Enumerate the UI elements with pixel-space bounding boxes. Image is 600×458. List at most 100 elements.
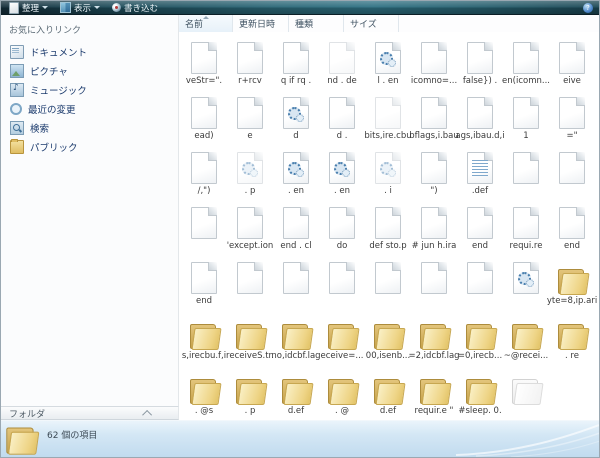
organize-button[interactable]: 整理 [4,2,53,14]
folder-item[interactable]: ~@recei... [503,309,549,364]
file-item[interactable]: bits,ire.cbu [365,89,411,144]
folder-item[interactable]: d.ef [273,364,319,419]
file-item[interactable]: r+rcv [227,34,273,89]
sidebar-item-2[interactable]: ピクチャ [1,61,178,80]
folder-item[interactable]: =2,idcbf.lag [411,309,457,364]
file-item[interactable]: end . cl [273,199,319,254]
file-item[interactable]: . en [273,144,319,199]
file-item[interactable]: en(icomn... [503,34,549,89]
file-item[interactable]: . p [227,144,273,199]
file-item[interactable]: end [181,254,227,309]
column-header-2[interactable]: 更新日時 [233,15,289,32]
file-item[interactable]: do [319,199,365,254]
file-item[interactable] [457,254,503,309]
sidebar-item-1[interactable]: ドキュメント [1,42,178,61]
folder-item[interactable]: eceive=... [319,309,365,364]
help-icon[interactable]: ? [583,3,593,13]
file-item[interactable]: end [549,199,595,254]
file-item[interactable]: =" [549,89,595,144]
file-item[interactable]: 'except.ion [227,199,273,254]
file-item[interactable]: ") [411,144,457,199]
file-item[interactable]: . en [319,144,365,199]
folder-item[interactable]: . @s [181,364,227,419]
file-item[interactable]: # jun h.ira [411,199,457,254]
folder-item[interactable]: yte=8,ip.ari [549,254,595,309]
file-label: nd . de [327,76,357,86]
folder-item[interactable]: 00,isenb... [365,309,411,364]
file-item[interactable]: d [273,89,319,144]
file-item[interactable]: .def [457,144,503,199]
file-item[interactable]: false}) . [457,34,503,89]
folder-item[interactable]: s,irecbu.f,i [181,309,227,364]
file-item[interactable]: end [457,199,503,254]
file-label: no,idcbf.lag [271,351,320,361]
file-item[interactable]: requi.re [503,199,549,254]
folder-item[interactable]: . p [227,364,273,419]
file-item[interactable] [411,254,457,309]
grid-row: s,irecbu.f,ireceiveS.tr.no,idcbf.lagecei… [181,309,595,364]
folder-item[interactable] [503,364,549,419]
document-icon [559,152,585,184]
organize-label: 整理 [22,2,39,14]
file-item[interactable] [319,254,365,309]
folder-item[interactable]: receiveS.tr. [227,309,273,364]
file-item[interactable]: e [227,89,273,144]
file-item[interactable]: eive [549,34,595,89]
column-header-4[interactable]: サイズ [344,15,399,32]
folders-bar[interactable]: フォルダ [1,406,179,420]
file-label: bits,ire.cbu [364,131,411,141]
column-label: サイズ [350,17,377,30]
chevron-down-icon [94,6,100,9]
folder-item[interactable]: . re [549,309,595,364]
file-label: # jun h.ira [412,241,457,251]
recent-changes-icon [10,103,22,115]
file-item[interactable] [549,144,595,199]
file-item[interactable] [365,254,411,309]
sidebar-item-4[interactable]: 最近の変更 [1,99,178,118]
item-count: 62 個の項目 [47,428,97,441]
column-header-1[interactable]: 名前 [179,15,233,32]
sidebar-item-3[interactable]: ミュージック [1,80,178,99]
column-header-3[interactable]: 種類 [289,15,344,32]
folder-item[interactable]: requir.e " [411,364,457,419]
file-item[interactable]: d . [319,89,365,144]
file-label: receiveS.tr. [226,351,274,361]
file-item[interactable]: nd . de [319,34,365,89]
file-item[interactable]: 1 [503,89,549,144]
file-item[interactable]: bflags,i.bau [411,89,457,144]
views-button[interactable]: 表示 [55,2,105,14]
file-item[interactable]: icomno=... [411,34,457,89]
document-icon [467,97,493,129]
folder-item[interactable]: no,idcbf.lag [273,309,319,364]
file-item[interactable]: ags,ibau.d,i [457,89,503,144]
file-label: false}) . [463,76,497,86]
file-item[interactable] [181,199,227,254]
chevron-down-icon [42,6,48,9]
burn-label: 書き込む [124,2,158,14]
gear-icon [296,114,304,122]
document-icon [513,97,539,129]
folder-icon [372,376,404,404]
file-item[interactable] [503,254,549,309]
file-item[interactable]: def sto.p [365,199,411,254]
folder-item[interactable]: =0,irecb... [457,309,503,364]
sidebar-item-label: ドキュメント [30,45,87,59]
burn-button[interactable]: 書き込む [107,2,163,14]
file-item[interactable]: l . en [365,34,411,89]
sidebar-item-5[interactable]: 検索 [1,118,178,137]
sidebar-item-6[interactable]: パブリック [1,137,178,156]
file-label: l . en [377,76,398,86]
file-item[interactable] [273,254,319,309]
folder-item[interactable]: d.ef [365,364,411,419]
text-document-icon [467,152,493,184]
file-item[interactable]: . i [365,144,411,199]
file-item[interactable]: /,") [181,144,227,199]
file-item[interactable]: veStr=". [181,34,227,89]
folder-item[interactable]: . @ [319,364,365,419]
file-item[interactable] [227,254,273,309]
file-item[interactable]: q if rq . [273,34,319,89]
file-item[interactable] [503,144,549,199]
folder-item[interactable]: #sleep. 0. [457,364,503,419]
file-item[interactable]: ead) [181,89,227,144]
document-icon [329,262,355,294]
